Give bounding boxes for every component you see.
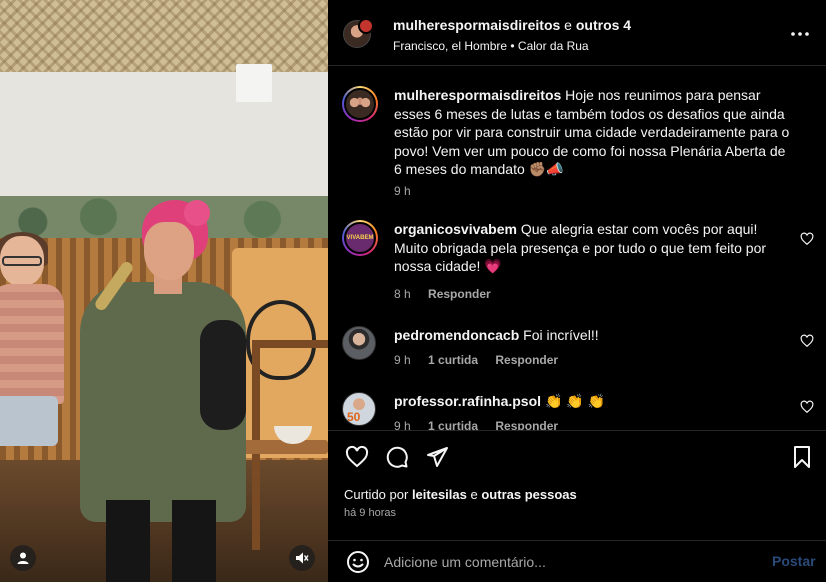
author-username[interactable]: mulherespormaisdireitos bbox=[393, 17, 560, 33]
comment-body: pedromendoncacb Foi incrível!! bbox=[394, 326, 794, 345]
comment-meta: 9 h 1 curtida Responder bbox=[394, 419, 572, 430]
mute-icon bbox=[296, 552, 309, 564]
bookmark-icon[interactable] bbox=[790, 445, 814, 469]
heart-icon[interactable] bbox=[345, 445, 369, 469]
comment-avatar[interactable] bbox=[342, 326, 376, 360]
more-icon bbox=[791, 32, 809, 36]
caption-meta: 9 h bbox=[394, 184, 425, 198]
caption-time[interactable]: 9 h bbox=[394, 184, 411, 198]
comment-likes[interactable]: 1 curtida bbox=[428, 419, 478, 430]
comment-meta: 8 h Responder bbox=[394, 287, 505, 301]
collaborator-avatar[interactable] bbox=[358, 18, 374, 34]
comment-time[interactable]: 9 h bbox=[394, 353, 411, 367]
comment-item: VIVABEM organicosvivabem Que alegria est… bbox=[342, 220, 814, 301]
reply-button[interactable]: Responder bbox=[428, 287, 491, 301]
comments-list[interactable]: mulherespormaisdireitos Hoje nos reunimo… bbox=[328, 66, 826, 430]
more-options-button[interactable] bbox=[789, 24, 811, 44]
share-icon[interactable] bbox=[425, 445, 449, 469]
reply-button[interactable]: Responder bbox=[495, 419, 558, 430]
post-comment-button[interactable]: Postar bbox=[772, 553, 816, 569]
comment-time[interactable]: 9 h bbox=[394, 419, 411, 430]
comment-icon[interactable] bbox=[385, 445, 409, 469]
post-authors[interactable]: mulherespormaisdireitos e outros 4 bbox=[393, 17, 631, 33]
avatar-badge: 50 bbox=[347, 410, 361, 424]
comment-avatar[interactable]: VIVABEM bbox=[342, 220, 378, 256]
post-actions: Curtido por leitesilas e outras pessoas … bbox=[328, 430, 826, 540]
comment-text: Foi incrível!! bbox=[523, 327, 599, 343]
comment-username[interactable]: professor.rafinha.psol bbox=[394, 393, 541, 409]
comment-item: pedromendoncacb Foi incrível!! 9 h 1 cur… bbox=[342, 326, 814, 374]
likes-summary: Curtido por leitesilas e outras pessoas bbox=[344, 487, 577, 502]
post-header: mulherespormaisdireitos e outros 4 Franc… bbox=[328, 0, 826, 66]
comment-username[interactable]: organicosvivabem bbox=[394, 221, 517, 237]
comment-time[interactable]: 8 h bbox=[394, 287, 411, 301]
media-speaker bbox=[50, 200, 260, 582]
heart-icon[interactable] bbox=[800, 232, 814, 246]
comment-body: organicosvivabem Que alegria estar com v… bbox=[394, 220, 794, 276]
vivabem-logo: VIVABEM bbox=[346, 235, 374, 241]
comment-text: 👏 👏 👏 bbox=[544, 393, 606, 409]
comment-likes[interactable]: 1 curtida bbox=[428, 353, 478, 367]
other-authors[interactable]: outros 4 bbox=[576, 17, 631, 33]
comment-body: professor.rafinha.psol 👏 👏 👏 bbox=[394, 392, 794, 411]
comment-username[interactable]: pedromendoncacb bbox=[394, 327, 519, 343]
likes-others[interactable]: outras pessoas bbox=[481, 487, 576, 502]
caption-avatar[interactable] bbox=[342, 86, 378, 122]
audio-attribution[interactable]: Francisco, el Hombre • Calor da Rua bbox=[393, 39, 589, 53]
mute-button[interactable] bbox=[289, 545, 315, 571]
comment-item: 50 professor.rafinha.psol 👏 👏 👏 9 h 1 cu… bbox=[342, 392, 814, 430]
emoji-icon[interactable] bbox=[346, 550, 370, 574]
tagged-users-button[interactable] bbox=[10, 545, 36, 571]
reply-button[interactable]: Responder bbox=[495, 353, 558, 367]
post-time[interactable]: há 9 horas bbox=[344, 507, 396, 519]
heart-icon[interactable] bbox=[800, 400, 814, 414]
comment-avatar[interactable]: 50 bbox=[342, 392, 376, 426]
comment-meta: 9 h 1 curtida Responder bbox=[394, 353, 572, 367]
heart-icon[interactable] bbox=[800, 334, 814, 348]
likes-connector: e bbox=[470, 487, 478, 502]
caption-username[interactable]: mulherespormaisdireitos bbox=[394, 87, 561, 103]
post-media[interactable] bbox=[0, 0, 328, 582]
caption-body: mulherespormaisdireitos Hoje nos reunimo… bbox=[394, 86, 794, 179]
media-ceiling bbox=[0, 0, 328, 72]
post-caption: mulherespormaisdireitos Hoje nos reunimo… bbox=[342, 86, 812, 206]
comment-input[interactable] bbox=[384, 551, 754, 573]
likes-prefix: Curtido por bbox=[344, 487, 409, 502]
user-icon bbox=[17, 552, 29, 564]
media-lamp bbox=[236, 64, 272, 102]
add-comment-bar: Postar bbox=[328, 540, 826, 582]
authors-connector: e bbox=[564, 17, 572, 33]
post-panel: mulherespormaisdireitos e outros 4 Franc… bbox=[328, 0, 826, 582]
likes-user[interactable]: leitesilas bbox=[412, 487, 467, 502]
